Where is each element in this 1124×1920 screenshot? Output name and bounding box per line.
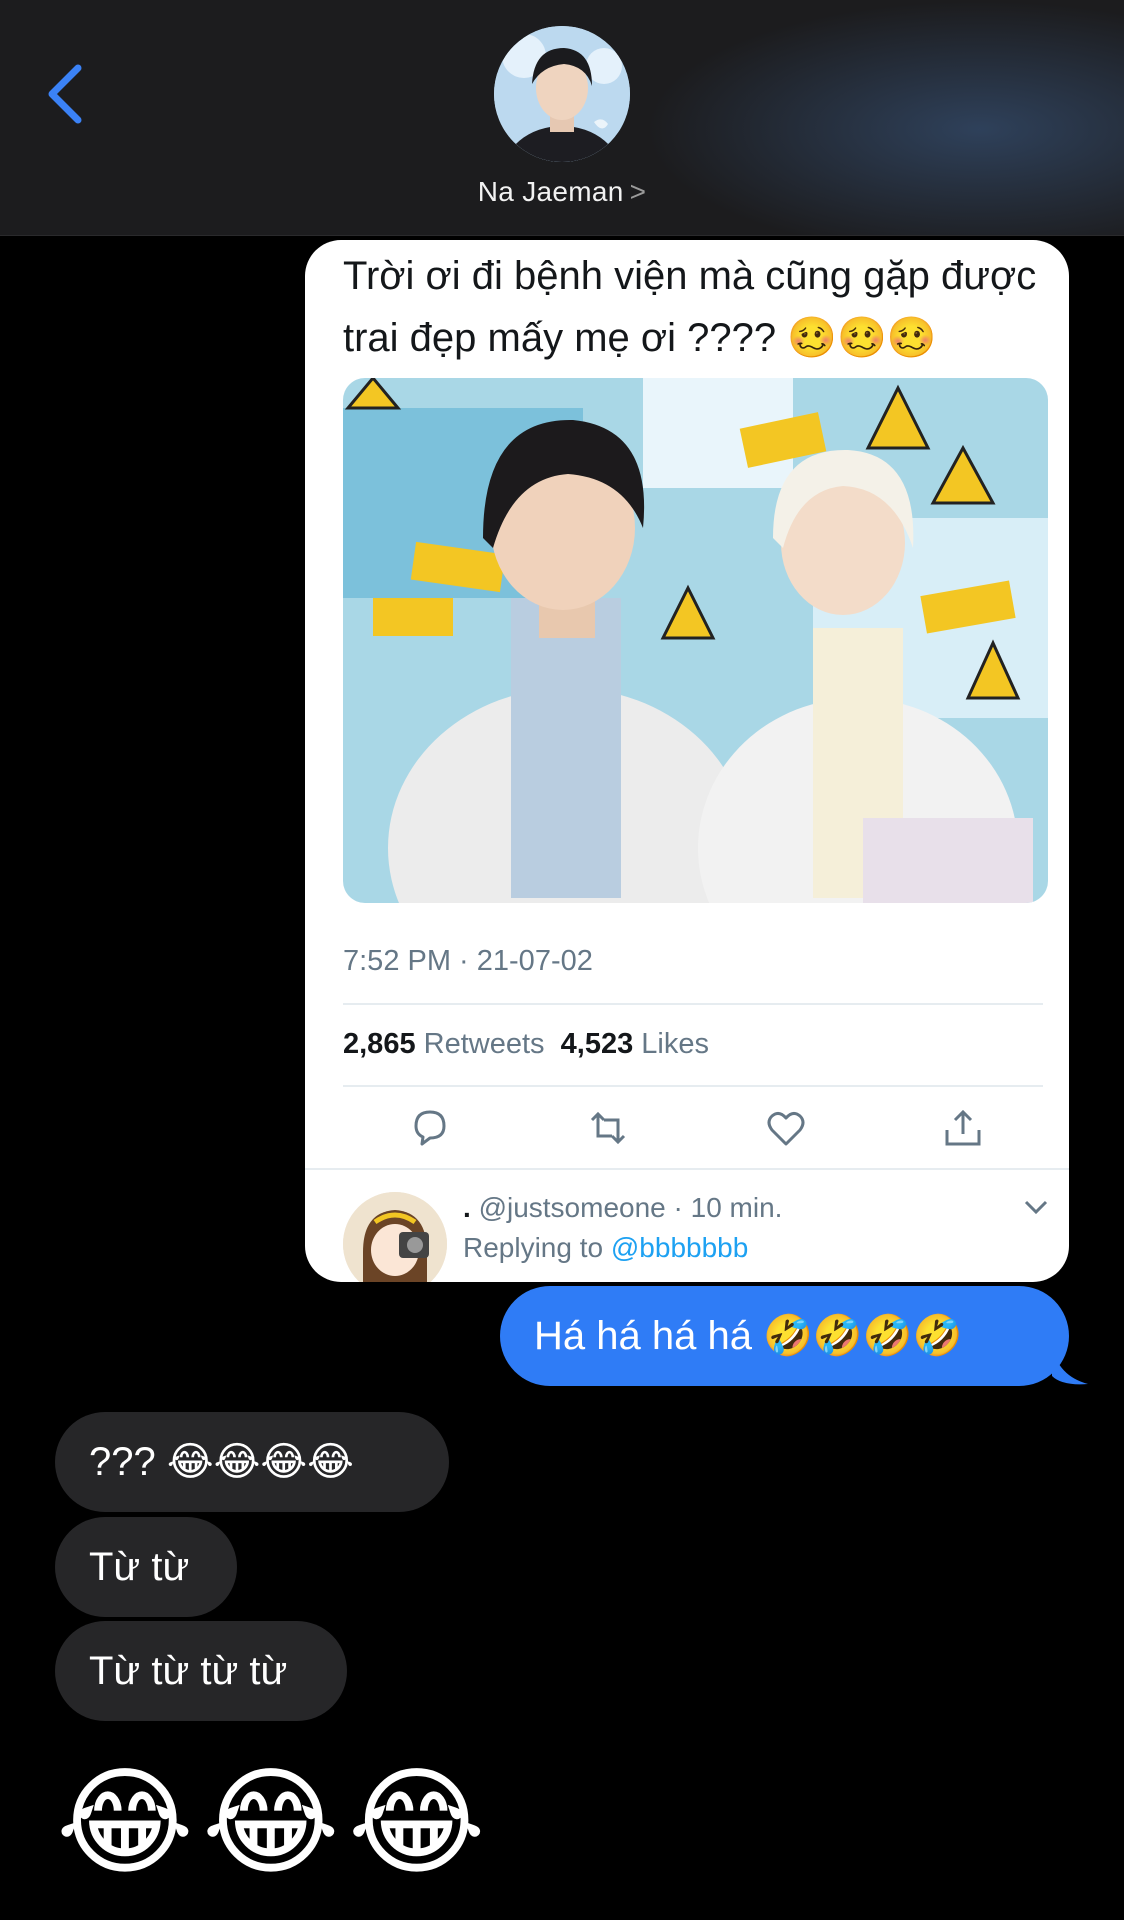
likes-count: 4,523 [560, 1028, 634, 1060]
back-button[interactable] [40, 62, 92, 126]
tweet-screenshot-bubble[interactable]: Trời ơi đi bệnh viện mà cũng gặp được tr… [305, 240, 1069, 1282]
reply-avatar [343, 1192, 447, 1282]
replying-to: Replying to @bbbbbbb [463, 1232, 749, 1263]
received-message-bubble[interactable]: ??? 😂😂😂😂 [55, 1412, 449, 1512]
retweets-label: Retweets [423, 1028, 545, 1060]
received-message-bubble[interactable]: Từ từ từ từ [55, 1621, 347, 1721]
retweet-icon[interactable] [586, 1106, 630, 1150]
tweet-stats: 2,865 Retweets 4,523 Likes [343, 1028, 709, 1061]
received-message-bubble[interactable]: Từ từ [55, 1517, 237, 1617]
message-text: ??? 😂😂😂😂 [89, 1440, 354, 1484]
emoji-only-message[interactable]: 😂😂😂 [56, 1758, 494, 1888]
divider [343, 1085, 1043, 1087]
like-icon[interactable] [764, 1106, 808, 1150]
share-icon[interactable] [941, 1106, 985, 1150]
tweet-text: Trời ơi đi bệnh viện mà cũng gặp được tr… [343, 254, 1037, 360]
sent-message-bubble[interactable]: Há há há há 🤣🤣🤣🤣 [500, 1286, 1069, 1386]
message-text: Há há há há 🤣🤣🤣🤣 [534, 1314, 963, 1358]
contact-name-label: Na Jaeman [477, 176, 624, 207]
bubble-tail [1052, 1346, 1088, 1385]
message-text: Từ từ từ từ [89, 1649, 288, 1693]
reply-handle: . @justsomeone · 10 min. [463, 1192, 783, 1223]
divider [343, 1003, 1043, 1005]
replying-to-link[interactable]: @bbbbbbb [611, 1232, 748, 1263]
chevron-right-icon: > [629, 176, 647, 207]
chat-header: Na Jaeman > [0, 0, 1124, 236]
tweet-timestamp: 7:52 PM · 21-07-02 [343, 945, 593, 977]
chevron-down-icon[interactable] [1021, 1192, 1051, 1222]
tweet-photo[interactable] [343, 378, 1048, 903]
contact-name[interactable]: Na Jaeman > [0, 176, 1124, 208]
reply-icon[interactable] [408, 1106, 452, 1150]
reply-preview: . @justsomeone · 10 min. Replying to @bb… [305, 1168, 1069, 1282]
message-text: Từ từ [89, 1545, 190, 1589]
retweets-count: 2,865 [343, 1028, 416, 1060]
chevron-left-icon [48, 64, 82, 124]
contact-avatar[interactable] [494, 26, 630, 162]
likes-label: Likes [641, 1028, 709, 1060]
